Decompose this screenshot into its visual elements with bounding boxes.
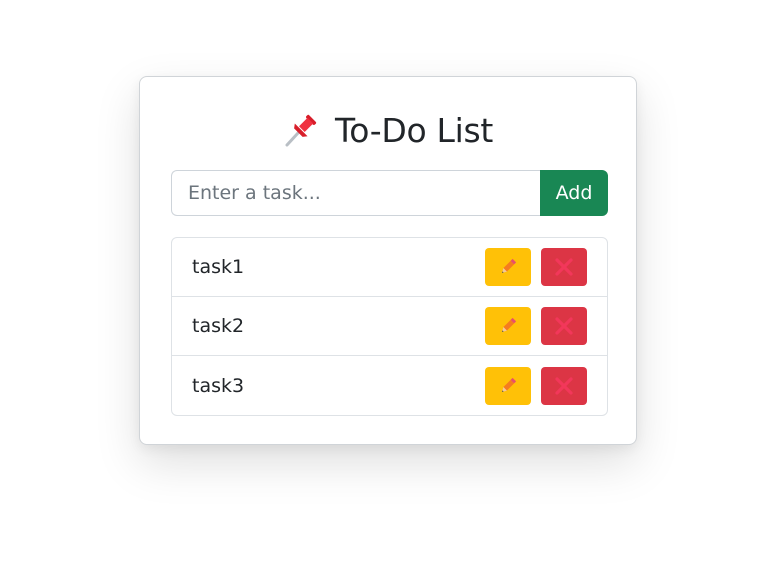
cross-icon — [555, 317, 573, 335]
title-text: To-Do List — [334, 110, 494, 150]
delete-task-button[interactable] — [541, 366, 587, 405]
edit-task-button[interactable] — [485, 307, 531, 345]
delete-task-button[interactable] — [541, 307, 587, 345]
task-text: task1 — [192, 256, 245, 278]
task-list: task1 task2 task3 — [171, 237, 608, 416]
edit-task-button[interactable] — [485, 366, 531, 405]
pencil-icon — [501, 317, 517, 333]
todo-card: To-Do List Add task1 — [139, 76, 637, 445]
cross-icon — [555, 258, 573, 276]
task-text: task3 — [192, 374, 245, 397]
task-text: task2 — [192, 315, 245, 337]
pushpin-icon — [283, 112, 319, 148]
pencil-icon — [501, 258, 517, 274]
task-row: task3 — [172, 356, 607, 415]
cross-icon — [555, 376, 573, 395]
add-task-form: Add — [171, 170, 608, 216]
add-button[interactable]: Add — [540, 170, 608, 216]
task-row: task2 — [172, 297, 607, 356]
pencil-icon — [501, 377, 517, 392]
task-input[interactable] — [171, 170, 540, 216]
page-title: To-Do List — [140, 108, 636, 152]
edit-task-button[interactable] — [485, 248, 531, 286]
delete-task-button[interactable] — [541, 248, 587, 286]
task-row: task1 — [172, 238, 607, 297]
